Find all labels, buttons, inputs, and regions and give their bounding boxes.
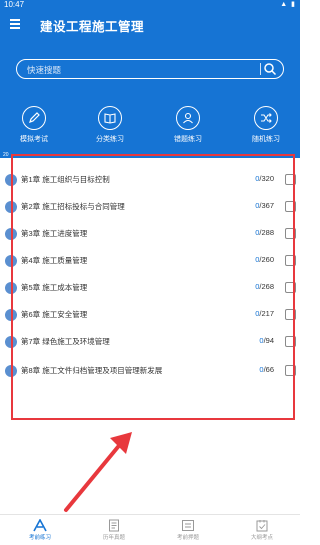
tool-label: 模拟考试 <box>20 136 48 143</box>
tool-random-practice[interactable]: 随机练习 <box>236 106 296 144</box>
search-bar[interactable] <box>16 59 284 79</box>
tab-past-papers[interactable]: 历年真题 <box>79 519 149 541</box>
tab-syllabus[interactable]: 大纲考点 <box>227 519 297 541</box>
tab-label: 考前练习 <box>28 535 51 541</box>
bottom-nav: 考前练习 历年真题 考前押题 大纲考点 <box>0 514 300 545</box>
syllabus-icon <box>256 520 268 532</box>
pen-icon <box>29 112 40 123</box>
status-bar: 10:47 ▲ ▮ <box>0 0 300 10</box>
tool-label: 随机练习 <box>252 136 280 143</box>
tool-mock-exam[interactable]: 模拟考试 <box>4 106 64 144</box>
page-title: 建设工程施工管理 <box>40 20 145 34</box>
app-bar: 建设工程施工管理 <box>0 10 300 40</box>
signal-icon: ▲ <box>280 1 289 8</box>
tab-label: 历年真题 <box>102 535 125 541</box>
user-icon <box>183 112 193 124</box>
annotation-arrow <box>64 432 132 512</box>
search-divider <box>260 63 261 75</box>
practice-icon <box>33 519 47 532</box>
status-time: 10:47 <box>4 0 25 9</box>
tool-label: 分类练习 <box>96 136 124 143</box>
papers-icon <box>109 519 119 532</box>
tool-wrong-practice[interactable]: 错题练习 <box>158 106 218 144</box>
prediction-icon <box>182 520 194 531</box>
tab-label: 大纲考点 <box>250 535 273 541</box>
menu-icon[interactable] <box>10 19 20 29</box>
status-icons: ▲ ▮ <box>280 0 296 8</box>
tab-predictions[interactable]: 考前押题 <box>153 519 223 541</box>
strip-left-text: 20 <box>3 152 9 158</box>
search-icon[interactable] <box>263 62 277 76</box>
tool-label: 错题练习 <box>174 136 202 143</box>
tab-practice[interactable]: 考前练习 <box>5 519 75 541</box>
shuffle-icon <box>261 113 272 123</box>
battery-icon: ▮ <box>291 1 296 8</box>
search-input[interactable] <box>25 62 249 78</box>
tool-category-practice[interactable]: 分类练习 <box>80 106 140 144</box>
tab-label: 考前押题 <box>176 535 199 541</box>
book-icon <box>104 113 116 124</box>
highlight-box <box>11 154 295 420</box>
tool-bar: 模拟考试 分类练习 错题练习 随机练习 <box>0 106 300 146</box>
